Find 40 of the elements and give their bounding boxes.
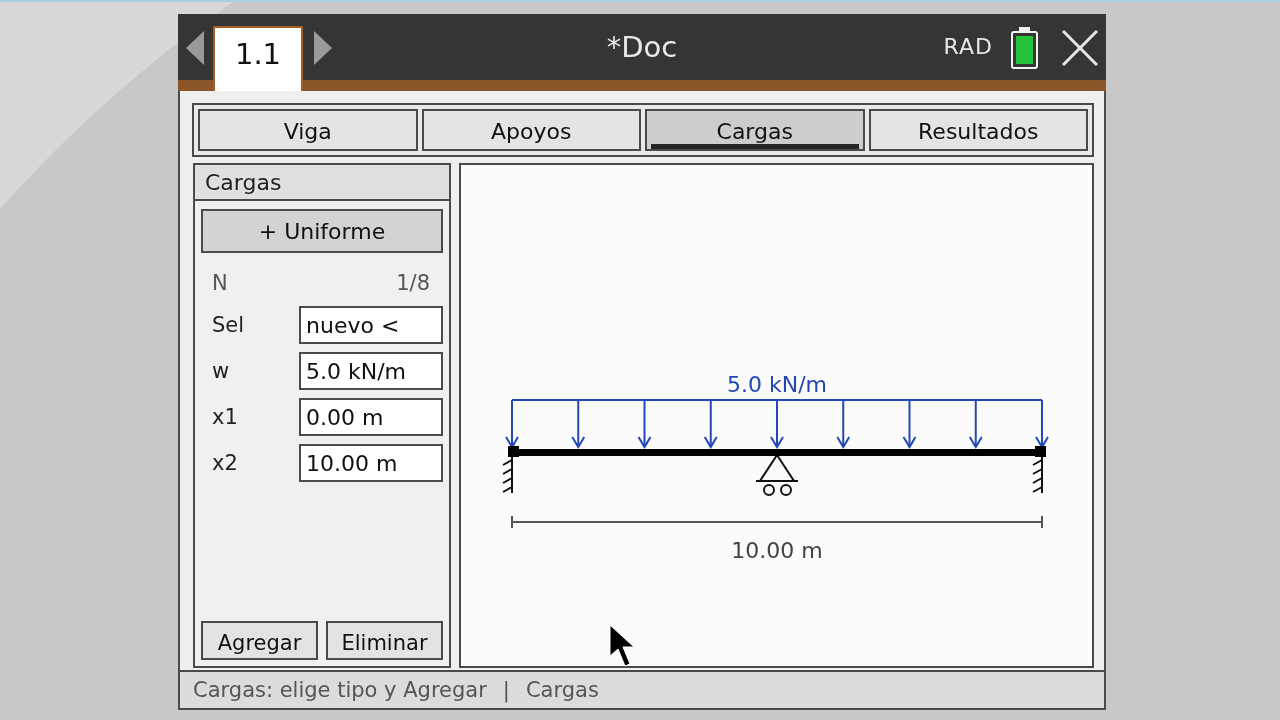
right-arrow-icon[interactable] xyxy=(314,31,332,65)
load-arrow xyxy=(902,399,917,449)
input-field[interactable]: 0.00 m xyxy=(299,398,443,436)
load-type-button[interactable]: + Uniforme xyxy=(201,209,443,253)
battery-icon xyxy=(1011,27,1038,69)
page-tab[interactable]: 1.1 xyxy=(213,26,303,91)
load-arrow xyxy=(505,399,519,449)
input-field[interactable]: 10.00 m xyxy=(299,444,443,482)
tab[interactable]: Cargas xyxy=(645,109,865,151)
document-title: *Doc xyxy=(606,30,678,64)
load-arrow xyxy=(571,399,586,449)
load-arrow xyxy=(703,399,718,449)
status-separator: | xyxy=(502,678,510,702)
input-field[interactable]: 5.0 kN/m xyxy=(299,352,443,390)
load-arrow xyxy=(770,399,784,449)
load-arrow xyxy=(1035,399,1049,449)
close-icon[interactable] xyxy=(1062,30,1098,66)
load-label: 5.0 kN/m xyxy=(727,372,827,397)
panel-header: Cargas xyxy=(195,165,449,201)
status-hint: Cargas: elige tipo y Agregar xyxy=(193,678,487,702)
roller-support xyxy=(755,453,799,496)
input-field[interactable]: nuevo < xyxy=(299,306,443,344)
left-arrow-icon[interactable] xyxy=(186,31,204,65)
span-label: 10.00 m xyxy=(731,538,823,563)
load-arrow xyxy=(968,399,983,449)
tab[interactable]: Viga xyxy=(198,109,418,151)
delete-button[interactable]: Eliminar xyxy=(326,621,443,660)
field-label: w xyxy=(211,359,230,383)
tab[interactable]: Resultados xyxy=(868,109,1088,151)
field-label: Sel xyxy=(211,313,245,337)
angle-mode-label: RAD xyxy=(943,35,993,59)
add-button[interactable]: Agregar xyxy=(201,621,318,660)
counter-value: 1/8 xyxy=(396,271,430,295)
load-arrow xyxy=(637,399,652,449)
tab[interactable]: Apoyos xyxy=(421,109,641,151)
field-label: x2 xyxy=(211,451,238,475)
load-arrow xyxy=(836,399,851,449)
field-label: x1 xyxy=(211,405,238,429)
status-section: Cargas xyxy=(525,678,599,702)
counter-label: N xyxy=(212,271,228,295)
